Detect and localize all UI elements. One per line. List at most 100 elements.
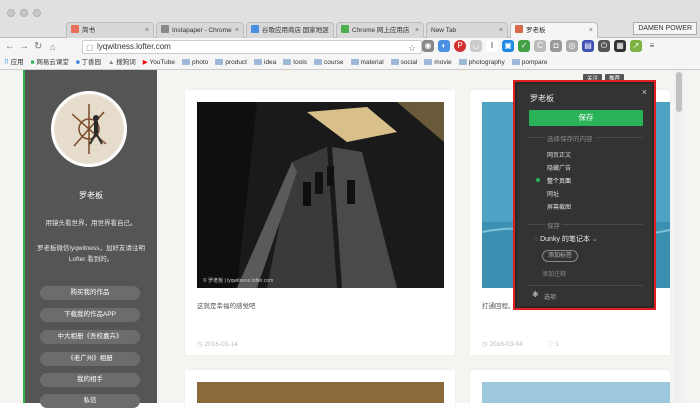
chevron-down-icon: ⌄ (589, 236, 598, 243)
extension-icon[interactable]: ◉ (422, 40, 434, 52)
clip-option-full-page[interactable]: 整个页面 (547, 176, 571, 185)
sidebar-link-message[interactable]: 私信 (40, 394, 140, 408)
browser-tab[interactable]: 简书 × (66, 22, 154, 38)
tab-close-icon[interactable]: × (499, 23, 503, 38)
divider (529, 285, 643, 286)
blog-contact-note: 罗老板微信lyqwitness，加好友请注明Lofter 看到的。 (37, 245, 145, 263)
sidebar-link-album-guangzhou[interactable]: 《老广州》相册 (40, 352, 140, 366)
bookmark-folder[interactable]: product (215, 56, 247, 69)
bookmark-folder[interactable]: course (314, 56, 344, 69)
extension-icon[interactable]: ◐ (438, 40, 450, 52)
add-comment-field[interactable]: 添加注释 (542, 269, 566, 278)
selected-dot-icon (536, 178, 540, 182)
folder-icon (511, 59, 520, 65)
sidebar-link-download-app[interactable]: 下载我的作品APP (40, 308, 140, 322)
extension-icon[interactable]: ▤ (582, 40, 594, 52)
clip-option-article[interactable]: 网页正文 (547, 150, 571, 159)
maximize-window-button[interactable] (33, 9, 41, 17)
avatar[interactable] (51, 91, 127, 167)
post-date: ◷ 2016-03-04 (482, 341, 523, 348)
scrollbar-thumb[interactable] (676, 72, 682, 112)
profile-button[interactable]: DAMEN POWER (633, 22, 697, 35)
post-likes[interactable]: ♡ 1 (548, 340, 559, 348)
tab-close-icon[interactable]: × (589, 23, 593, 38)
close-window-button[interactable] (7, 9, 15, 17)
tab-close-icon[interactable]: × (145, 23, 149, 38)
sidebar-link-album[interactable]: 中大相册《吾校嘉卉》 (40, 330, 140, 344)
bookmark-folder[interactable]: social (390, 56, 417, 69)
post-image[interactable]: © 罗老板 | lyqwitness.lofter.com (197, 102, 444, 288)
settings-link[interactable]: 选项 (544, 292, 556, 301)
post-card[interactable] (470, 370, 670, 410)
browser-tab[interactable]: Instapaper - Chrome × (156, 22, 244, 38)
extension-icon[interactable]: ◘ (550, 40, 562, 52)
forward-arrow-icon[interactable]: → (19, 41, 29, 53)
bookmark-folder[interactable]: material (350, 56, 384, 69)
back-arrow-icon[interactable]: ← (5, 41, 15, 53)
extension-icon[interactable]: ↗ (630, 40, 642, 52)
folder-icon (182, 59, 191, 65)
address-bar[interactable]: ▢ lyqwitness.lofter.com (82, 40, 422, 54)
minimize-window-button[interactable] (20, 9, 28, 17)
post-image[interactable] (482, 382, 670, 403)
clip-option-url[interactable]: 网址 (547, 189, 559, 198)
tab-close-icon[interactable]: × (415, 23, 419, 38)
post-card[interactable]: © 罗老板 | lyqwitness.lofter.com 这就是幸福的感觉吧 … (185, 90, 455, 355)
bookmark-item[interactable]: ■ 丁香园 (76, 56, 101, 69)
bookmark-apps[interactable]: ⠿ 应用 (4, 56, 24, 69)
close-icon[interactable]: × (642, 87, 647, 97)
extensions-bar: ◉ ◐ P ◡ I ▣ ✓ C ◘ ◎ ▤ ⏻ ▦ ↗ ≡ (422, 40, 658, 52)
power-icon[interactable]: ⏻ (598, 40, 610, 52)
post-caption: 这就是幸福的感觉吧 (197, 303, 256, 310)
folder-icon (283, 59, 292, 65)
bookmark-folder[interactable]: photography (458, 56, 505, 69)
post-date: ◷ 2016-03-14 (197, 341, 238, 348)
bookmark-folder[interactable]: pompare (511, 56, 547, 69)
extension-icon[interactable]: C (534, 40, 546, 52)
folder-icon (215, 59, 224, 65)
instapaper-icon[interactable]: I (486, 40, 498, 52)
apps-grid-icon: ⠿ (4, 59, 11, 66)
browser-tab[interactable]: New Tab × (426, 22, 508, 38)
bookmark-item[interactable]: ■ 网易云课堂 (31, 56, 69, 69)
pocket-icon[interactable]: ◡ (470, 40, 482, 52)
window-controls (7, 9, 41, 17)
sidebar-link-buy-works[interactable]: 购买我的作品 (40, 286, 140, 300)
bookmark-item[interactable]: ▶ YouTube (143, 56, 175, 69)
clipper-title: 罗老板 (530, 94, 554, 103)
page-scrollbar[interactable] (674, 70, 684, 403)
tab-close-icon[interactable]: × (235, 23, 239, 38)
bookmark-folder[interactable]: tools (283, 56, 307, 69)
browser-tab-active[interactable]: 罗老板 × (510, 22, 598, 38)
post-image[interactable] (197, 382, 444, 403)
gear-icon[interactable]: ✱ (532, 290, 539, 299)
browser-tab[interactable]: 谷歌应用商店 国家地区 × (246, 22, 334, 38)
tab-favicon-icon (161, 25, 169, 33)
shield-icon[interactable]: ✓ (518, 40, 530, 52)
home-icon[interactable]: ⌂ (50, 41, 55, 53)
tab-close-icon[interactable]: × (325, 23, 329, 38)
save-to-heading: 保存 (545, 220, 562, 230)
menu-icon[interactable]: ≡ (646, 40, 658, 52)
clip-option-screenshot[interactable]: 屏幕截图 (547, 202, 571, 211)
notebook-selector[interactable]: ◌ Dunky 的笔记本 ⌄ (534, 234, 598, 244)
bookmark-folder[interactable]: photo (182, 56, 208, 69)
save-button[interactable]: 保存 (529, 110, 643, 126)
bookmark-folder[interactable]: movie (424, 56, 452, 69)
bookmark-folder[interactable]: idea (254, 56, 276, 69)
clip-option-hide-ads[interactable]: 隐藏广告 (547, 163, 571, 172)
sidebar-link-camera[interactable]: 我的相手 (40, 373, 140, 387)
reload-icon[interactable]: ↻ (34, 41, 42, 53)
clip-content-heading: 选择保存的内容 (545, 133, 595, 143)
extension-icon[interactable]: ▣ (502, 40, 514, 52)
bookmark-item[interactable]: ▲ 搜狗词 (108, 56, 136, 69)
browser-tab[interactable]: Chrome 网上应用店 × (336, 22, 424, 38)
pinterest-icon[interactable]: P (454, 40, 466, 52)
folder-icon (350, 59, 359, 65)
qr-icon[interactable]: ▦ (614, 40, 626, 52)
post-card[interactable] (185, 370, 455, 410)
add-tag-button[interactable]: 添加标签 (542, 250, 579, 262)
folder-icon (458, 59, 467, 65)
bookmark-star-icon[interactable]: ☆ (408, 42, 416, 54)
extension-icon[interactable]: ◎ (566, 40, 578, 52)
